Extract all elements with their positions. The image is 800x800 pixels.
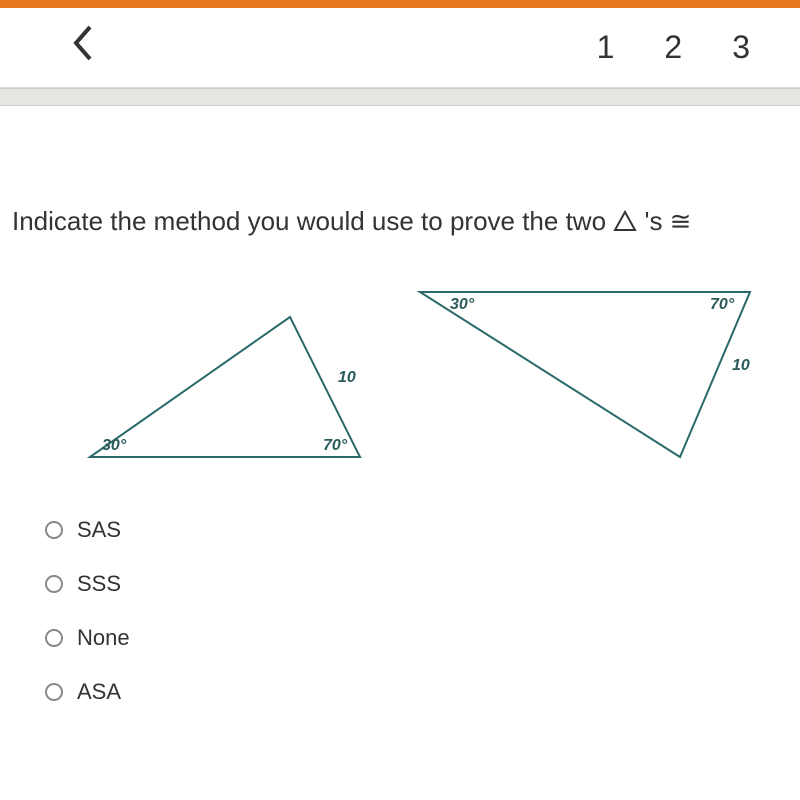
tri1-angle-left: 30°	[102, 437, 126, 455]
tri1-side: 10	[338, 369, 356, 387]
chevron-left-icon	[70, 23, 94, 63]
question-after: 's ≅	[637, 206, 691, 236]
triangles-diagram: 30° 70° 10 30° 70° 10	[0, 267, 800, 487]
option-label: SAS	[77, 517, 121, 543]
top-accent-bar	[0, 0, 800, 8]
option-sss[interactable]: SSS	[45, 571, 800, 597]
radio-icon	[45, 521, 63, 539]
back-button[interactable]	[70, 23, 94, 73]
triangle-icon	[613, 210, 637, 232]
option-label: SSS	[77, 571, 121, 597]
option-none[interactable]: None	[45, 625, 800, 651]
option-label: None	[77, 625, 130, 651]
radio-icon	[45, 629, 63, 647]
header: 1 2 3	[0, 8, 800, 88]
tri1-angle-right: 70°	[323, 437, 347, 455]
tri2-side: 10	[732, 357, 750, 375]
option-label: ASA	[77, 679, 121, 705]
radio-icon	[45, 575, 63, 593]
tri2-angle-right: 70°	[710, 296, 734, 314]
option-sas[interactable]: SAS	[45, 517, 800, 543]
tri2-angle-left: 30°	[450, 296, 474, 314]
triangle-1: 30° 70° 10	[80, 287, 380, 472]
answer-options: SAS SSS None ASA	[45, 517, 800, 705]
nav-number-1[interactable]: 1	[597, 29, 615, 66]
triangle-2: 30° 70° 10	[410, 272, 770, 477]
separator-bar	[0, 88, 800, 106]
question-before: Indicate the method you would use to pro…	[12, 206, 613, 236]
nav-number-3[interactable]: 3	[732, 29, 750, 66]
content-area: Indicate the method you would use to pro…	[0, 106, 800, 800]
nav-number-2[interactable]: 2	[664, 29, 682, 66]
question-nav: 1 2 3	[597, 29, 750, 66]
radio-icon	[45, 683, 63, 701]
option-asa[interactable]: ASA	[45, 679, 800, 705]
question-text: Indicate the method you would use to pro…	[12, 206, 790, 237]
